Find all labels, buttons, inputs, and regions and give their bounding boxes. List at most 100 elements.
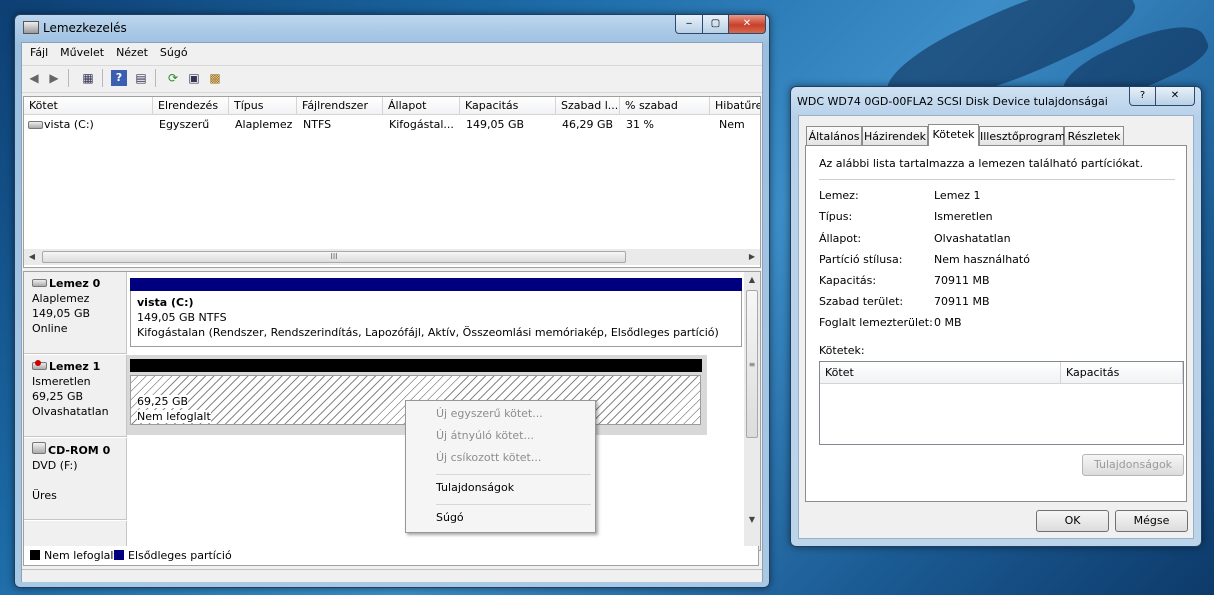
close-button[interactable]: ✕ [728, 15, 766, 34]
tab-volumes[interactable]: Kötetek [928, 124, 979, 146]
volumes-tab-page: Az alábbi lista tartalmazza a lemezen ta… [805, 145, 1187, 502]
volume-properties-button[interactable]: Tulajdonságok [1082, 454, 1184, 476]
tab-strip: Általános Házirendek Kötetek Illesztőpro… [806, 124, 1186, 146]
horizontal-scroll-thumb[interactable]: III [42, 251, 626, 263]
menu-item-new-simple-volume[interactable]: Új egyszerű kötet... [436, 405, 543, 423]
column-header-filesystem[interactable]: Fájlrendszer [297, 97, 383, 115]
console-tree-icon[interactable]: ▦ [80, 70, 96, 86]
volumes-listview[interactable]: Kötet Kapacitás [819, 361, 1184, 445]
menu-help[interactable]: Súgó [154, 43, 194, 63]
prop-label-status: Állapot: [819, 232, 862, 245]
menu-item-help[interactable]: Súgó [436, 509, 464, 527]
disk-0-partition-vista[interactable]: vista (C:) 149,05 GB NTFS Kifogástalan (… [130, 291, 742, 347]
vertical-scroll-thumb[interactable]: ≡ [746, 290, 758, 438]
cdrom-0-type: DVD (F:) [32, 459, 78, 472]
column-header-type[interactable]: Típus [229, 97, 297, 115]
dialog-title-bar[interactable]: WDC WD74 0GD-00FLA2 SCSI Disk Device tul… [791, 87, 1201, 115]
disk-management-app-icon [23, 21, 39, 34]
dialog-client-area: Általános Házirendek Kötetek Illesztőpro… [798, 115, 1194, 539]
prop-label-partition-style: Partíció stílusa: [819, 253, 903, 266]
refresh-icon[interactable]: ⟳ [165, 70, 181, 86]
volumes-column-capacity[interactable]: Kapacitás [1061, 362, 1183, 384]
tab-policies[interactable]: Házirendek [862, 126, 928, 145]
disk-graphical-pane: Lemez 0 Alaplemez 149,05 GB Online vista… [23, 271, 761, 551]
menu-item-new-spanned-volume[interactable]: Új átnyúló kötet... [436, 427, 534, 445]
column-header-percent-free[interactable]: % szabad [620, 97, 710, 115]
properties-icon[interactable]: ▣ [186, 70, 202, 86]
dialog-help-button[interactable]: ? [1129, 87, 1156, 106]
cancel-button[interactable]: Mégse [1115, 510, 1188, 532]
prop-label-disk: Lemez: [819, 189, 859, 202]
prop-value-status: Olvashatatlan [934, 232, 1011, 245]
horizontal-scrollbar[interactable]: ◀ III ▶ [24, 249, 760, 265]
disk-1-label[interactable]: Lemez 1 Ismeretlen 69,25 GB Olvashatatla… [24, 355, 127, 437]
forward-icon[interactable]: ▶ [46, 70, 62, 86]
partition-name: vista (C:) [137, 296, 194, 309]
tab-driver[interactable]: Illesztőprogram [979, 126, 1066, 145]
table-row[interactable]: vista (C:) Egyszerű Alaplemez NTFS Kifog… [24, 115, 760, 135]
toolbar-separator [102, 69, 103, 87]
tab-details[interactable]: Részletek [1064, 126, 1124, 145]
disk-0-label[interactable]: Lemez 0 Alaplemez 149,05 GB Online [24, 272, 127, 354]
menu-item-new-striped-volume[interactable]: Új csíkozott kötet... [436, 449, 541, 467]
ok-button[interactable]: OK [1036, 510, 1109, 532]
minimize-button[interactable]: ‒ [675, 15, 703, 34]
menu-separator [436, 474, 591, 475]
title-bar[interactable]: Lemezkezelés ‒ ▢ ✕ [15, 15, 769, 43]
maximize-button[interactable]: ▢ [702, 15, 729, 34]
tab-description: Az alábbi lista tartalmazza a lemezen ta… [819, 157, 1144, 170]
prop-label-free-space: Szabad terület: [819, 295, 904, 308]
column-header-fault-tolerance[interactable]: Hibatűre [710, 97, 760, 115]
rescan-disks-icon[interactable]: ▩ [207, 70, 223, 86]
prop-value-capacity: 70911 MB [934, 274, 990, 287]
cdrom-0-label[interactable]: CD-ROM 0 DVD (F:) Üres [24, 438, 127, 520]
cell-percent-free: 31 % [626, 118, 654, 131]
show-hide-icon[interactable]: ▤ [133, 70, 149, 86]
tab-general[interactable]: Általános [806, 126, 862, 145]
dialog-close-button[interactable]: ✕ [1155, 87, 1195, 106]
disk-icon [32, 279, 47, 287]
status-bar [22, 569, 762, 582]
dialog-title: WDC WD74 0GD-00FLA2 SCSI Disk Device tul… [797, 95, 1108, 108]
description-divider [819, 179, 1175, 180]
cdrom-icon [32, 442, 46, 454]
cell-filesystem: NTFS [303, 118, 332, 131]
scroll-up-icon[interactable]: ▲ [744, 272, 760, 288]
context-menu: Új egyszerű kötet... Új átnyúló kötet...… [405, 400, 596, 533]
cell-status: Kifogástal... [389, 118, 454, 131]
help-icon[interactable]: ? [111, 70, 127, 86]
partition-status: Kifogástalan (Rendszer, Rendszerindítás,… [137, 326, 719, 339]
vertical-scrollbar[interactable]: ▲ ≡ ▼ [744, 272, 760, 550]
cell-volume: vista (C:) [44, 118, 94, 131]
disk-properties-dialog: WDC WD74 0GD-00FLA2 SCSI Disk Device tul… [790, 86, 1202, 547]
menu-action[interactable]: Művelet [54, 43, 110, 63]
disk-0-size: 149,05 GB [32, 307, 91, 320]
menu-file[interactable]: Fájl [24, 43, 54, 63]
disk-1-state: Olvashatatlan [32, 405, 109, 418]
back-icon[interactable]: ◀ [26, 70, 42, 86]
cdrom-0-title: CD-ROM 0 [48, 444, 111, 457]
disk-management-window: Lemezkezelés ‒ ▢ ✕ Fájl Művelet Nézet Súgó … [14, 14, 770, 588]
cdrom-0-state: Üres [32, 489, 57, 502]
menu-view[interactable]: Nézet [110, 43, 154, 63]
cell-fault-tolerance: Nem [719, 118, 745, 131]
scroll-right-icon[interactable]: ▶ [744, 249, 760, 265]
scroll-left-icon[interactable]: ◀ [24, 249, 40, 265]
column-header-free-space[interactable]: Szabad l... [556, 97, 620, 115]
column-header-layout[interactable]: Elrendezés [153, 97, 229, 115]
toolbar-separator [155, 69, 156, 87]
volumes-column-volume[interactable]: Kötet [820, 362, 1061, 384]
toolbar: ◀ ▶ ▦ ? ▤ ⟳ ▣ ▩ [22, 65, 762, 93]
prop-value-partition-style: Nem használható [934, 253, 1030, 266]
menu-item-properties[interactable]: Tulajdonságok [436, 479, 514, 497]
scroll-down-icon[interactable]: ▼ [744, 512, 760, 528]
column-header-volume[interactable]: Kötet [24, 97, 153, 115]
legend: Nem lefoglalt Elsődleges partíció [23, 546, 759, 566]
partition-size-fs: 149,05 GB NTFS [137, 311, 227, 324]
unallocated-size: 69,25 GB [137, 395, 189, 408]
disk-1-size: 69,25 GB [32, 390, 84, 403]
column-header-status[interactable]: Állapot [383, 97, 460, 115]
prop-label-capacity: Kapacitás: [819, 274, 877, 287]
column-header-capacity[interactable]: Kapacitás [460, 97, 556, 115]
prop-label-type: Típus: [819, 210, 853, 223]
